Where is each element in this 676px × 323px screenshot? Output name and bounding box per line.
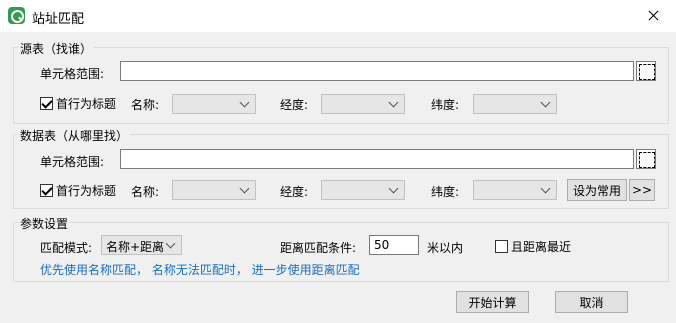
data-lat-label: 纬度: — [431, 185, 460, 199]
chevron-down-icon — [239, 183, 250, 194]
chevron-down-icon — [388, 183, 399, 194]
source-range-select-button[interactable] — [636, 61, 656, 81]
checkbox-checked-icon[interactable] — [40, 97, 53, 110]
more-button[interactable]: >> — [629, 179, 655, 201]
data-name-label: 名称: — [131, 185, 160, 199]
data-first-row-header-label: 首行为标题 — [56, 184, 117, 198]
data-name-combo[interactable] — [172, 180, 256, 200]
data-lng-label: 经度: — [280, 185, 309, 199]
data-cell-range-label: 单元格范围: — [40, 155, 105, 169]
nearest-checkbox[interactable]: 且距离最近 — [495, 238, 571, 255]
match-mode-label: 匹配模式: — [40, 241, 93, 255]
checkbox-checked-icon[interactable] — [40, 184, 53, 197]
source-first-row-header-checkbox[interactable]: 首行为标题 — [40, 95, 116, 112]
source-cell-range-label: 单元格范围: — [40, 67, 105, 81]
chevron-down-icon — [239, 97, 250, 108]
data-lat-combo[interactable] — [473, 180, 557, 200]
chevron-down-icon — [540, 183, 551, 194]
window-title: 站址匹配 — [32, 12, 85, 27]
title-bar: 站址匹配 — [0, 0, 676, 32]
source-group-title: 源表（找谁） — [18, 40, 95, 57]
source-name-label: 名称: — [131, 98, 160, 112]
data-first-row-header-checkbox[interactable]: 首行为标题 — [40, 182, 116, 199]
cancel-button[interactable]: 取消 — [555, 291, 628, 313]
match-hint-text: 优先使用名称匹配， 名称无法匹配时， 进一步使用距离匹配 — [40, 263, 360, 277]
data-cell-range-input[interactable] — [120, 149, 634, 169]
params-group-title: 参数设置 — [18, 215, 71, 232]
start-button[interactable]: 开始计算 — [456, 291, 529, 313]
source-lng-label: 经度: — [280, 98, 309, 112]
source-lat-label: 纬度: — [431, 98, 460, 112]
app-icon — [8, 7, 25, 24]
source-name-combo[interactable] — [172, 94, 256, 114]
checkbox-unchecked-icon[interactable] — [495, 240, 508, 253]
chevron-down-icon — [540, 97, 551, 108]
match-mode-combo[interactable]: 名称+距离 — [101, 235, 182, 255]
data-range-select-button[interactable] — [636, 149, 656, 169]
distance-unit-label: 米以内 — [427, 241, 464, 255]
nearest-label: 且距离最近 — [511, 240, 572, 254]
distance-input[interactable] — [369, 235, 419, 255]
data-group-title: 数据表（从哪里找） — [18, 127, 131, 144]
source-lat-combo[interactable] — [473, 94, 557, 114]
source-cell-range-input[interactable] — [120, 61, 634, 81]
source-lng-combo[interactable] — [321, 94, 405, 114]
chevron-down-icon — [165, 238, 176, 249]
match-mode-value: 名称+距离 — [106, 240, 165, 254]
close-button[interactable] — [630, 0, 676, 32]
distance-condition-label: 距离匹配条件: — [280, 241, 357, 255]
chevron-down-icon — [388, 97, 399, 108]
data-lng-combo[interactable] — [321, 180, 405, 200]
source-first-row-header-label: 首行为标题 — [56, 97, 117, 111]
set-common-button[interactable]: 设为常用 — [567, 179, 627, 201]
